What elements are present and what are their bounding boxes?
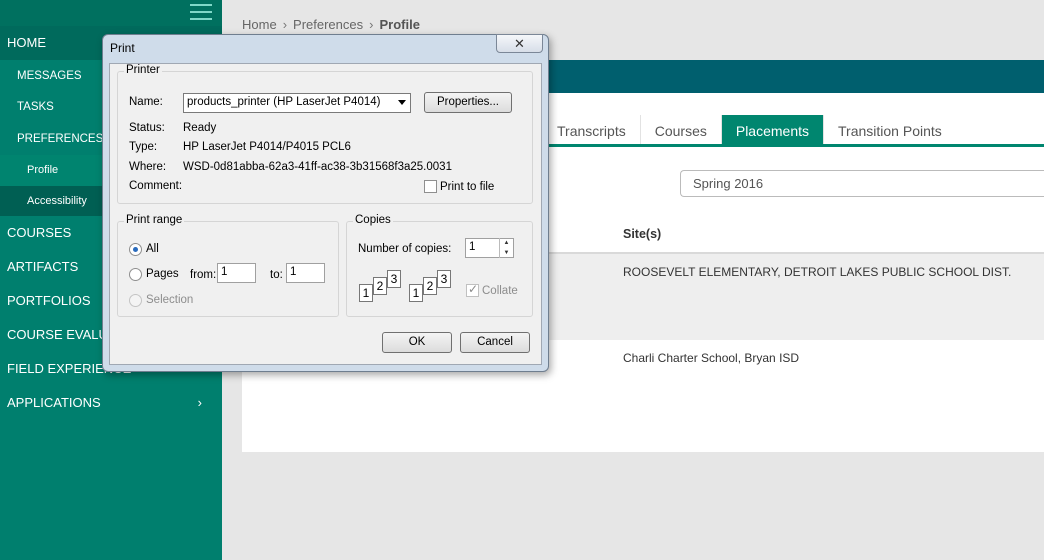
sites-column-header: Site(s) [623,227,662,241]
type-label: Type: [129,141,158,153]
selection-label: Selection [146,294,194,306]
where-value: WSD-0d81abba-62a3-41ff-ac38-3b31568f3a25… [183,161,452,173]
type-value: HP LaserJet P4014/P4015 PCL6 [183,141,351,153]
printer-group-label: Printer [124,64,162,76]
tab-placements[interactable]: Placements [720,115,824,144]
copies-value: 1 [469,241,476,253]
name-label: Name: [129,96,163,108]
collate-label: Collate [482,285,518,297]
close-icon[interactable]: ✕ [496,34,543,53]
spin-up-icon[interactable]: ▲ [500,238,513,248]
printer-name-value: products_printer (HP LaserJet P4014) [187,96,381,108]
pages-radio[interactable] [129,268,142,281]
comment-label: Comment: [129,180,183,192]
collate-page: 1 [359,284,373,302]
pages-label: Pages [146,268,179,280]
collate-pages-icon: 1 2 3 [359,270,405,306]
number-of-copies-label: Number of copies: [358,243,452,255]
breadcrumb-current: Profile [379,17,420,32]
printer-name-select[interactable]: products_printer (HP LaserJet P4014) [183,93,411,113]
to-input[interactable]: 1 [286,263,325,283]
collate-page: 3 [437,270,451,288]
all-label: All [146,243,159,255]
tab-transcripts[interactable]: Transcripts [542,115,640,144]
copies-group: Copies Number of copies: 1 ▲ ▼ 1 2 3 1 2… [346,214,533,317]
status-label: Status: [129,122,165,134]
cancel-button[interactable]: Cancel [460,332,530,353]
site-cell: ROOSEVELT ELEMENTARY, DETROIT LAKES PUBL… [623,265,1012,279]
collate-page: 1 [409,284,423,302]
breadcrumb-separator: › [369,17,374,32]
all-radio[interactable] [129,243,142,256]
selection-radio[interactable] [129,294,142,307]
tab-transition-points[interactable]: Transition Points [823,115,956,144]
hamburger-menu-icon[interactable] [190,4,212,20]
print-range-group: Print range All Pages from: 1 to: 1 Sele… [117,214,339,317]
copies-group-label: Copies [353,214,393,226]
collate-page: 2 [373,277,387,295]
collate-pages-icon: 1 2 3 [409,270,455,306]
breadcrumb-separator: › [282,17,288,32]
term-select[interactable]: Spring 2016 [680,170,1044,197]
collate-page: 3 [387,270,401,288]
breadcrumb-preferences[interactable]: Preferences [293,17,363,32]
where-label: Where: [129,161,167,173]
from-label: from: [190,269,217,281]
profile-tabs: Transcripts Courses Placements Transitio… [542,115,1044,147]
status-value: Ready [183,122,217,134]
sidebar-top-bar [0,0,222,26]
printer-group: Printer Name: products_printer (HP Laser… [117,64,533,204]
collate-checkbox[interactable] [466,282,479,297]
site-cell: Charli Charter School, Bryan ISD [623,351,800,365]
copies-spinner[interactable]: ▲ ▼ [499,238,513,258]
ok-button[interactable]: OK [382,332,452,353]
chevron-down-icon [398,100,406,105]
breadcrumb-home[interactable]: Home [242,17,277,32]
chevron-right-icon: › [197,395,202,410]
sidebar-item-applications-label: APPLICATIONS [7,395,101,410]
properties-button[interactable]: Properties... [424,92,512,113]
collate-page: 2 [423,277,437,295]
from-input[interactable]: 1 [217,263,256,283]
copies-input[interactable]: 1 ▲ ▼ [465,238,514,258]
sidebar-item-applications[interactable]: APPLICATIONS › [0,386,222,420]
tab-courses[interactable]: Courses [639,115,721,144]
dialog-body: Printer Name: products_printer (HP Laser… [109,63,542,365]
print-range-label: Print range [124,214,185,226]
print-dialog: Print ✕ Printer Name: products_printer (… [102,34,549,372]
dialog-title: Print [110,41,135,55]
to-label: to: [270,269,283,281]
print-to-file-label: Print to file [440,181,495,193]
spin-down-icon[interactable]: ▼ [500,248,513,258]
breadcrumb: Home › Preferences › Profile [242,17,420,32]
print-to-file-checkbox[interactable] [424,180,437,193]
